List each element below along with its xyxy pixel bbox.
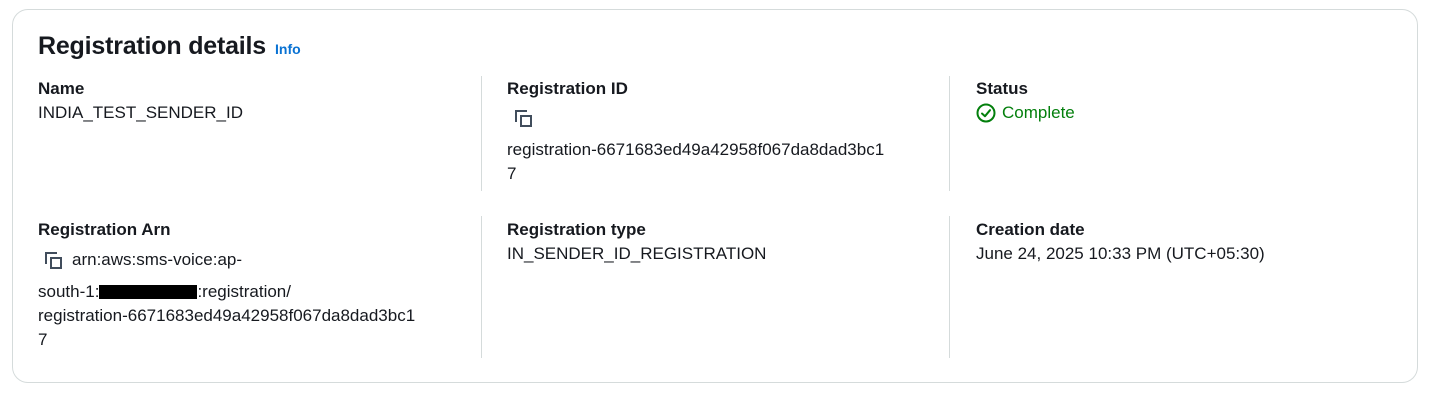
registration-arn-value-line: registration-6671683ed49a42958f067da8dad… [38,306,416,325]
registration-arn-label: Registration Arn [38,220,171,239]
registration-details-container: Registration details Info Name INDIA_TES… [12,9,1418,383]
registration-type-field: Registration type IN_SENDER_ID_REGISTRAT… [507,219,937,266]
registration-arn-field: Registration Arn arn:aws:sms-voice:ap- s… [38,219,478,352]
registration-id-value-line: registration-6671683ed49a42958f067da8dad… [507,140,885,159]
registration-arn-value: south-1: :registration/ registration-6671… [38,280,478,352]
registration-type-value: IN_SENDER_ID_REGISTRATION [507,244,767,263]
section-title: Registration details [38,32,266,60]
registration-id-label: Registration ID [507,79,628,98]
registration-id-value: registration-6671683ed49a42958f067da8dad… [507,138,937,186]
name-field: Name INDIA_TEST_SENDER_ID [38,78,478,125]
section-header: Registration details Info [38,32,301,61]
registration-arn-value-line: 7 [38,330,48,349]
creation-date-field: Creation date June 24, 2025 10:33 PM (UT… [976,219,1396,266]
registration-type-label: Registration type [507,220,646,239]
status-label: Status [976,79,1028,98]
status-value: Complete [1002,103,1075,122]
column-divider [481,216,482,358]
column-divider [949,76,950,191]
arn-prefix: south-1: [38,282,100,301]
registration-arn-value-line: arn:aws:sms-voice:ap- [72,250,243,269]
status-field: Status Complete [976,78,1396,125]
status-badge: Complete [976,101,1396,125]
creation-date-value: June 24, 2025 10:33 PM (UTC+05:30) [976,244,1265,263]
copy-icon[interactable] [511,106,535,130]
column-divider [481,76,482,191]
registration-id-value-line: 7 [507,164,517,183]
name-value: INDIA_TEST_SENDER_ID [38,103,243,122]
copy-icon[interactable] [41,248,65,272]
info-link[interactable]: Info [275,41,301,57]
name-label: Name [38,79,85,98]
registration-id-field: Registration ID registration-6671683ed49… [507,78,937,186]
check-circle-icon [976,103,996,123]
arn-suffix: :registration/ [197,282,291,301]
redacted-account-id [99,284,198,299]
column-divider [949,216,950,358]
creation-date-label: Creation date [976,220,1085,239]
